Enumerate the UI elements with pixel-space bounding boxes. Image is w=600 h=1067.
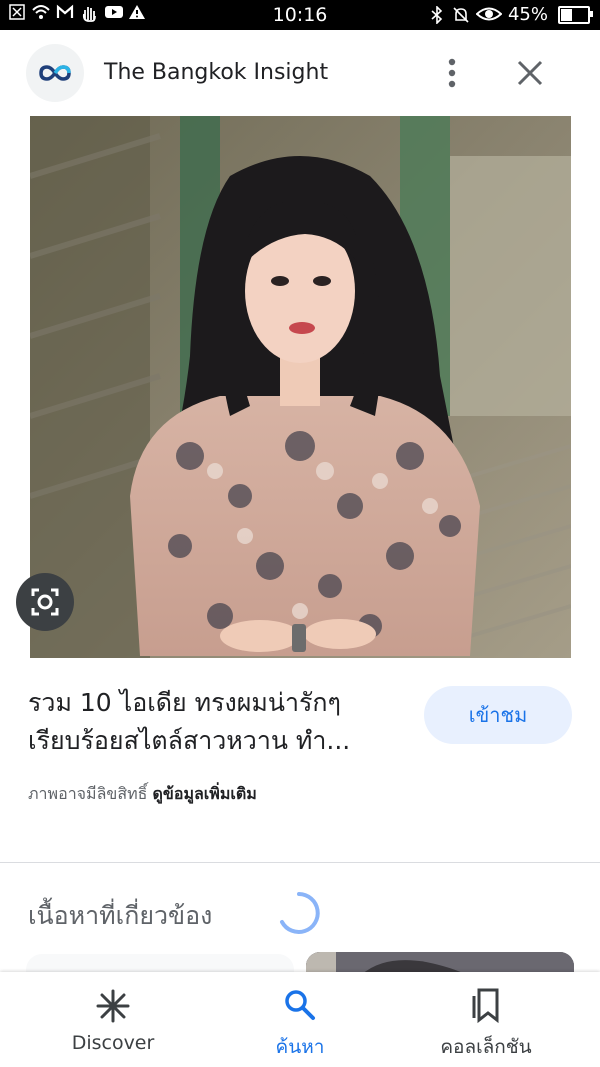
visit-button[interactable]: เข้าชม (424, 686, 572, 744)
nav-label-discover: Discover (71, 1032, 155, 1054)
lens-button[interactable] (16, 573, 74, 631)
collections-icon (472, 988, 499, 1024)
nav-discover[interactable]: Discover (13, 972, 213, 1067)
site-logo[interactable] (26, 44, 84, 102)
related-heading: เนื้อหาที่เกี่ยวข้อง (28, 901, 213, 930)
more-vert-icon[interactable] (440, 56, 464, 90)
more-info-link[interactable]: ดูข้อมูลเพิ่มเติม (153, 784, 257, 803)
battery-fill (561, 8, 572, 21)
photo-illustration (30, 116, 571, 658)
bluetooth-icon (428, 4, 446, 25)
asterisk-icon (96, 989, 130, 1023)
site-name[interactable]: The Bangkok Insight (104, 60, 328, 85)
result-image[interactable] (30, 116, 571, 658)
lens-icon (31, 588, 59, 616)
nav-label-collections: คอลเล็กชัน (440, 1036, 532, 1058)
battery-percent: 45% (507, 4, 548, 25)
status-bar: 10:16 45% (0, 0, 600, 30)
loading-spinner-icon (276, 890, 322, 936)
nav-collections[interactable]: คอลเล็กชัน (386, 972, 586, 1067)
status-right-icons: 45% (428, 4, 593, 25)
result-title[interactable]: รวม 10 ไอเดีย ทรงผมน่ารักๆ เรียบร้อยสไตล… (28, 684, 408, 760)
close-icon[interactable] (512, 58, 548, 90)
infinity-logo-icon (39, 65, 71, 81)
search-icon (285, 990, 315, 1020)
copyright-text: ภาพอาจมีลิขสิทธิ์ (28, 784, 148, 803)
bottom-navigation: Discover ค้นหา คอลเล็กชัน (0, 972, 600, 1067)
alarm-off-icon (452, 6, 470, 24)
divider (0, 862, 600, 863)
copyright-line: ภาพอาจมีลิขสิทธิ์ ดูข้อมูลเพิ่มเติม (28, 782, 257, 807)
nav-label-search: ค้นหา (275, 1036, 325, 1058)
eye-icon (475, 6, 503, 24)
nav-search[interactable]: ค้นหา (200, 972, 400, 1067)
header: The Bangkok Insight (0, 30, 600, 116)
battery-icon (558, 5, 593, 24)
